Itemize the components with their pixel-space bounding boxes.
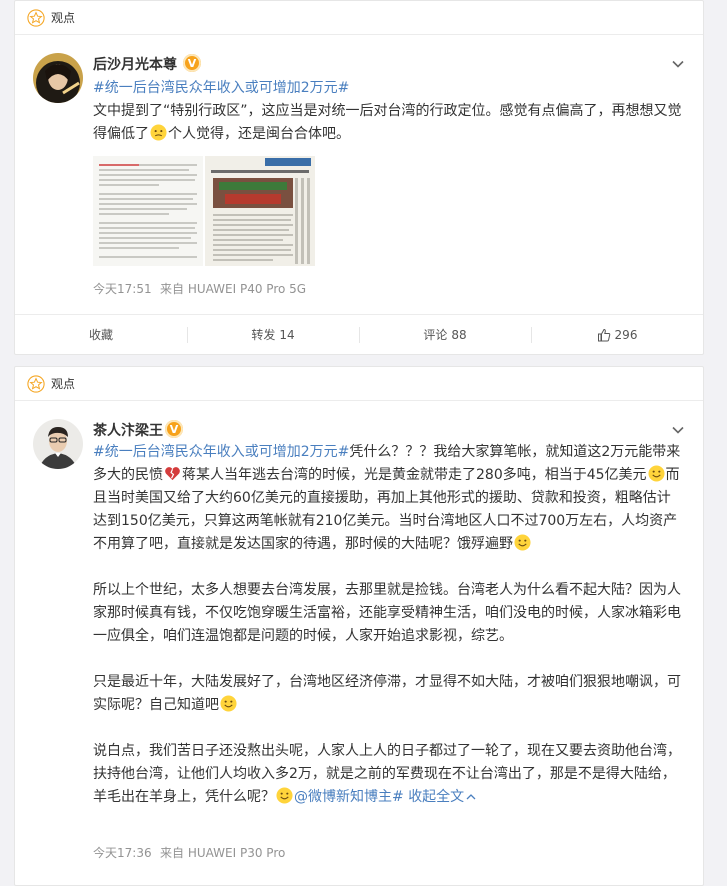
- verified-badge-icon: V: [165, 420, 183, 438]
- post-text: 蒋某人当年逃去台湾的时候，光是黄金就带走了280多吨，相当于45亿美元: [182, 467, 647, 483]
- paragraph-2: 所以上个世纪，太多人想要去台湾发展，去那里就是捡钱。台湾老人为什么看不起大陆？因…: [93, 582, 681, 644]
- post-image-1[interactable]: [93, 156, 203, 266]
- favorite-label: 收藏: [88, 328, 113, 342]
- collapse-link[interactable]: 收起全文: [408, 789, 476, 805]
- username[interactable]: 后沙月光本尊: [93, 54, 177, 74]
- chevron-down-icon[interactable]: [671, 57, 685, 71]
- post-card-2: 观点 茶人汴梁王 V #统一后台湾民众年收入或可增加2万元#凭什么？？？我给大家…: [14, 366, 704, 886]
- repost-button[interactable]: 转发 14: [187, 315, 359, 354]
- smile-emoji-icon: [220, 695, 237, 712]
- star-icon: [27, 8, 45, 27]
- action-bar: 收藏 转发 14 评论 88 296: [15, 314, 703, 354]
- smile-emoji-icon: [276, 787, 293, 804]
- star-icon: [27, 374, 45, 393]
- card-header: 观点: [15, 367, 703, 401]
- card-header: 观点: [15, 1, 703, 35]
- comment-label: 评论: [423, 328, 448, 342]
- post-source: 来自 HUAWEI P30 Pro: [160, 846, 286, 860]
- collapse-label: 收起全文: [408, 789, 465, 805]
- broken-heart-icon: [165, 467, 180, 481]
- repost-label: 转发: [251, 328, 276, 342]
- post-time[interactable]: 今天17:51: [93, 280, 152, 297]
- repost-count: 14: [279, 327, 295, 342]
- avatar[interactable]: [33, 419, 83, 469]
- post-text: 只是最近十年，大陆发展好了，台湾地区经济停滞，才显得不如大陆，才被咱们狠狠地嘲讽…: [93, 674, 681, 713]
- chevron-up-icon: [466, 794, 476, 800]
- favorite-button[interactable]: 收藏: [15, 315, 187, 354]
- post-image-2[interactable]: [205, 156, 315, 266]
- smile-emoji-icon: [514, 534, 531, 551]
- hashtag-link[interactable]: #统一后台湾民众年收入或可增加2万元#: [93, 80, 349, 96]
- post-body: #统一后台湾民众年收入或可增加2万元#凭什么？？？我给大家算笔帐，就知道这2万元…: [93, 441, 683, 809]
- comment-count: 88: [451, 327, 467, 342]
- hashtag-link[interactable]: #统一后台湾民众年收入或可增加2万元#: [93, 444, 349, 460]
- chevron-down-icon[interactable]: [671, 423, 685, 437]
- post-source: 来自 HUAWEI P40 Pro 5G: [160, 282, 307, 296]
- paragraph-3: 只是最近十年，大陆发展好了，台湾地区经济停滞，才显得不如大陆，才被咱们狠狠地嘲讽…: [93, 671, 683, 717]
- like-button[interactable]: 296: [531, 315, 703, 354]
- smile-emoji-icon: [648, 465, 665, 482]
- post-body: #统一后台湾民众年收入或可增加2万元# 文中提到了“特别行政区”，这应当是对统一…: [93, 77, 683, 146]
- section-label: 观点: [51, 377, 76, 391]
- username[interactable]: 茶人汴梁王: [93, 420, 163, 440]
- post-text: 个人觉得，还是闽台合体吧。: [168, 126, 350, 142]
- scrollbar[interactable]: [717, 0, 727, 877]
- thinking-emoji-icon: [150, 124, 167, 141]
- topic-tag-link[interactable]: @微博新知博主#: [294, 789, 404, 805]
- paragraph-1: #统一后台湾民众年收入或可增加2万元#凭什么？？？我给大家算笔帐，就知道这2万元…: [93, 441, 683, 556]
- section-label: 观点: [51, 11, 76, 25]
- paragraph-4: 说白点，我们苦日子还没熬出头呢，人家人上人的日子都过了一轮了，现在又要去资助他台…: [93, 740, 683, 809]
- thumbs-up-icon: [597, 328, 610, 341]
- like-count: 296: [614, 327, 638, 342]
- post-time[interactable]: 今天17:36: [93, 844, 152, 861]
- comment-button[interactable]: 评论 88: [359, 315, 531, 354]
- avatar[interactable]: [33, 53, 83, 103]
- post-card-1: 观点 后沙月光本尊 V #统一后台湾民众年收入或可增加2万元# 文中提到了“特别…: [14, 0, 704, 355]
- verified-badge-icon: V: [183, 54, 201, 72]
